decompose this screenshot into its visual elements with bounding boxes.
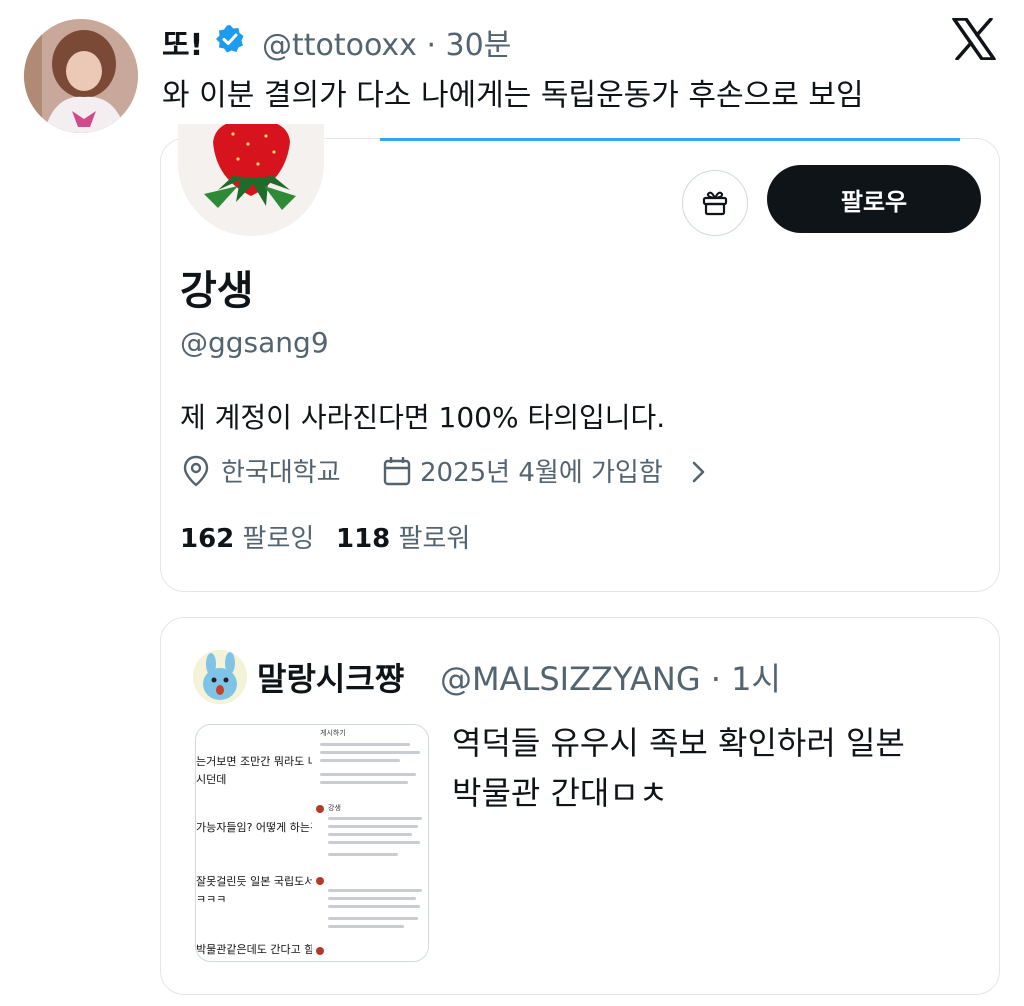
profile-location: 한국대학교 <box>221 458 341 488</box>
followers-count: 118 <box>336 524 391 554</box>
thumbnail-text-line: 박물관같은데도 간다고 함 <box>196 943 315 956</box>
quoted-tweet-text-line-1: 역덕들 유우시 족보 확인하러 일본 <box>452 724 905 762</box>
profile-handle[interactable]: @ggsang9 <box>180 326 329 359</box>
author-handle-timestamp[interactable]: @ttotooxx · 30분 <box>262 20 511 64</box>
tweet-text: 와 이분 결의가 다소 나에게는 독립운동가 후손으로 보임 <box>162 78 864 113</box>
quoted-author-avatar[interactable] <box>193 650 247 704</box>
calendar-icon <box>382 455 412 491</box>
quoted-author-handle-timestamp[interactable]: @MALSIZZYANG · 1시 <box>440 654 781 700</box>
chevron-right-icon[interactable] <box>688 460 708 488</box>
thumbnail-text-line: ㅋㅋㅋ <box>196 893 227 906</box>
card-top-accent <box>380 138 960 141</box>
thumbnail-text-line: 가능자들임? 어떻게 하는건데 <box>196 821 331 834</box>
followers-label: 팔로워 <box>398 524 471 554</box>
author-avatar[interactable] <box>24 19 138 133</box>
thumbnail-left-panel: 는거보면 조만간 뭐라도 나올듯 시던데 가능자들임? 어떻게 하는건데 잘못걸… <box>196 725 338 961</box>
gift-icon <box>702 191 728 215</box>
follow-button[interactable]: 팔로우 <box>767 165 981 233</box>
thumbnail-right-panel: 게시하기 강생 <box>312 725 428 961</box>
following-label: 팔로잉 <box>242 524 315 554</box>
quoted-tweet-text: 역덕들 유우시 족보 확인하러 일본 박물관 간대ㅁㅊ <box>452 718 972 818</box>
profile-bio: 제 계정이 사라진다면 100% 타의입니다. <box>180 401 666 434</box>
verified-badge-icon <box>215 24 245 54</box>
thumbnail-header: 게시하기 <box>320 729 346 737</box>
quoted-tweet-image[interactable]: 는거보면 조만간 뭐라도 나올듯 시던데 가능자들임? 어떻게 하는건데 잘못걸… <box>195 724 429 962</box>
x-logo-icon[interactable] <box>952 17 996 61</box>
location-pin-icon <box>182 455 210 491</box>
profile-name[interactable]: 강생 <box>180 258 254 316</box>
profile-joined-date: 2025년 4월에 가입함 <box>420 458 663 488</box>
thumbnail-author: 강생 <box>328 804 341 812</box>
quoted-tweet-text-line-2: 박물관 간대ㅁㅊ <box>452 774 669 812</box>
gift-button[interactable] <box>682 170 748 236</box>
following-count-link[interactable]: 162 팔로잉 <box>180 518 314 555</box>
following-count: 162 <box>180 524 235 554</box>
thumbnail-text-line: 시던데 <box>196 773 227 786</box>
followers-count-link[interactable]: 118 팔로워 <box>336 518 470 555</box>
quoted-author-name[interactable]: 말랑시크쨩 <box>257 654 404 700</box>
author-display-name[interactable]: 또! <box>162 20 203 64</box>
